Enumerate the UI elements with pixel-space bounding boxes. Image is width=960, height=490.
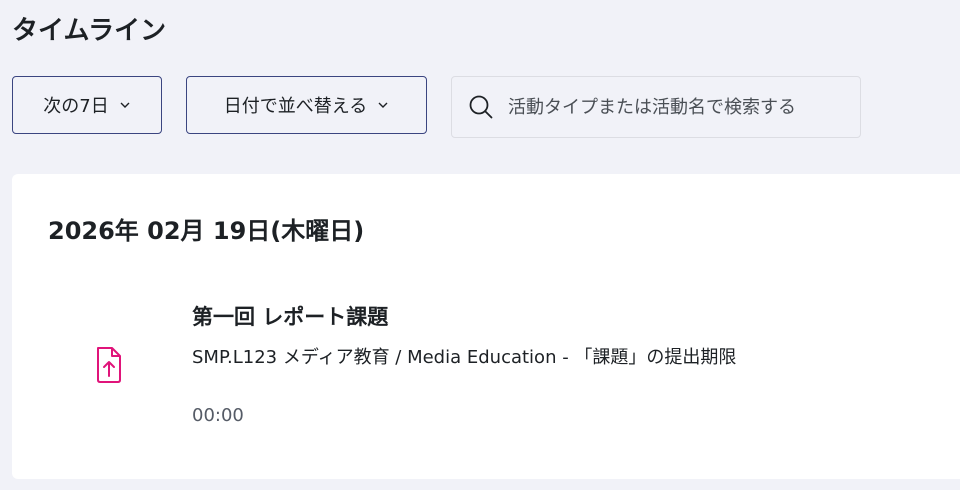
event-description: SMP.L123 メディア教育 / Media Education - 「課題」…	[192, 347, 737, 368]
sort-dropdown[interactable]: 日付で並べ替える	[186, 76, 427, 134]
event-time: 00:00	[192, 405, 244, 426]
search-icon	[469, 95, 493, 119]
timeline-card: 2026年 02月 19日(木曜日) 第一回 レポート課題 SMP.L123 メ…	[12, 174, 960, 479]
day-filter-label: 次の7日	[43, 96, 109, 117]
event-title-link[interactable]: 第一回 レポート課題	[192, 302, 388, 332]
chevron-down-icon	[378, 102, 388, 108]
sort-label: 日付で並べ替える	[223, 96, 368, 117]
page-title: タイムライン	[12, 16, 167, 46]
assignment-upload-icon	[97, 347, 121, 383]
date-heading: 2026年 02月 19日(木曜日)	[48, 217, 365, 245]
chevron-down-icon	[120, 102, 130, 108]
day-filter-dropdown[interactable]: 次の7日	[12, 76, 162, 134]
search-input[interactable]	[508, 96, 848, 118]
search-box	[451, 76, 861, 138]
